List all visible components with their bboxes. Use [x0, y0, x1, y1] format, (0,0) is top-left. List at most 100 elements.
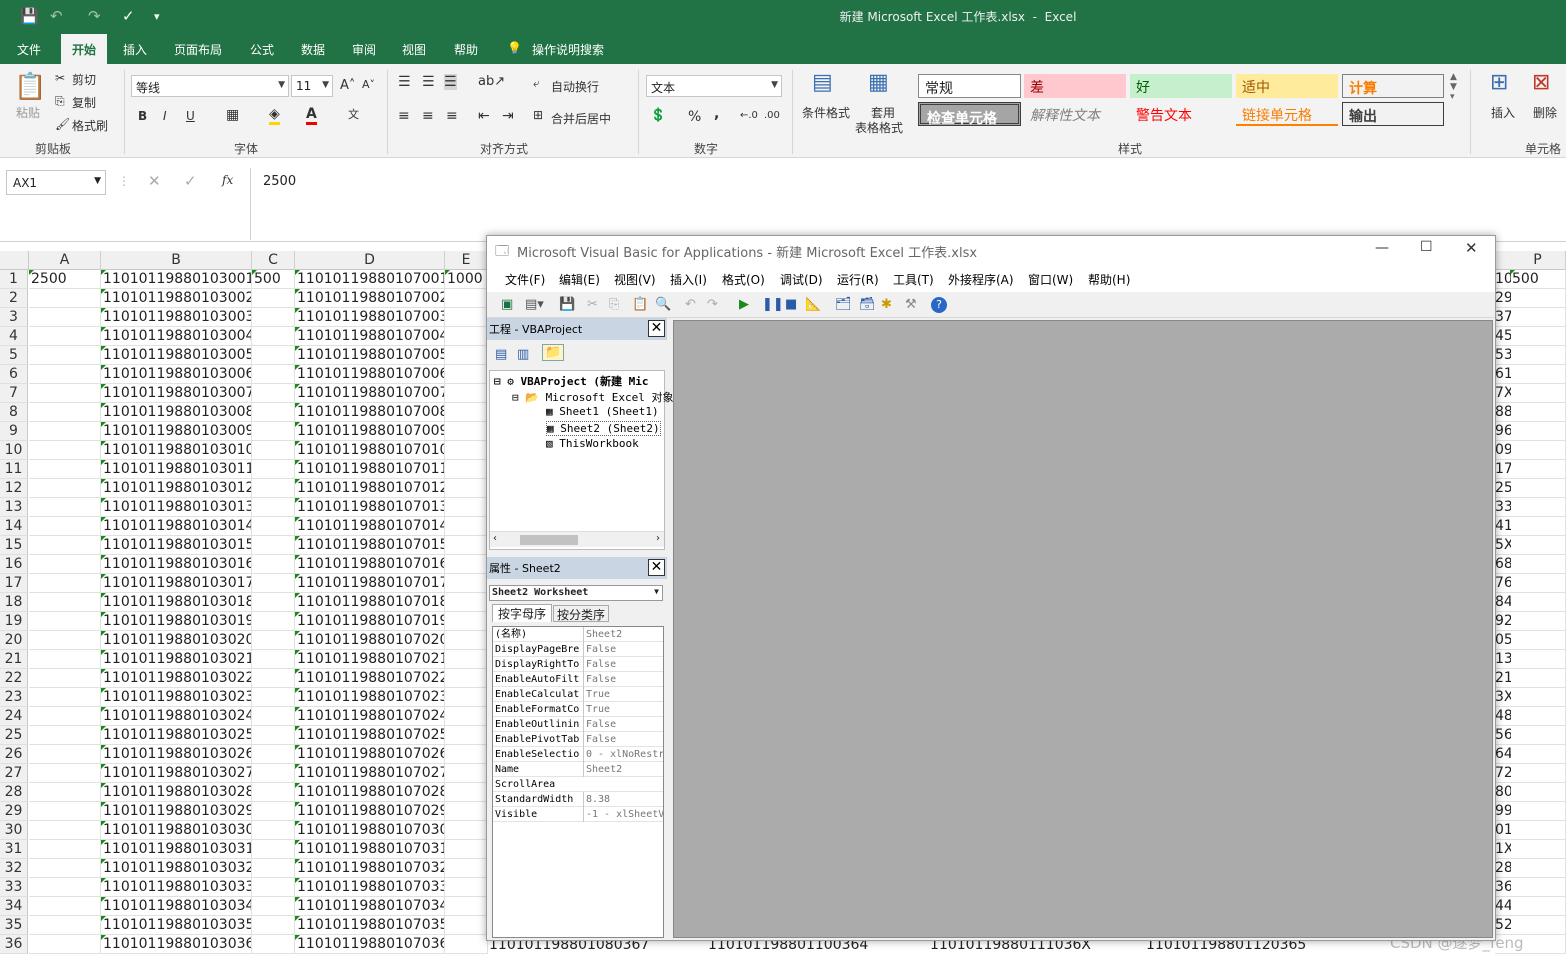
cut-button[interactable]: 剪切 [72, 71, 96, 88]
name-box[interactable]: AX1 ▼ [6, 170, 106, 195]
row-header-8[interactable]: 8 [0, 403, 28, 422]
cell-d32[interactable]: 110101198801070329 [295, 859, 445, 878]
font-size-select[interactable]: 11 ▼ [291, 75, 333, 97]
property-value[interactable]: -1 - xlSheetV [583, 807, 663, 822]
cell-b32[interactable]: 110101198801030327 [101, 859, 252, 878]
cell-a19[interactable] [29, 612, 101, 631]
row-header-13[interactable]: 13 [0, 498, 28, 517]
cell-b14[interactable]: 110101198801030140 [101, 517, 252, 536]
cell-b15[interactable]: 110101198801030159 [101, 536, 252, 555]
property-row[interactable]: DisplayPageBre False [493, 642, 663, 657]
cell-a22[interactable] [29, 669, 101, 688]
redo-icon[interactable]: ↷ [707, 297, 718, 312]
property-row[interactable]: Name Sheet2 [493, 762, 663, 777]
tree-vbaproject[interactable]: ⊟ ⚙ VBAProject (新建 Mic [494, 373, 648, 389]
cell-c3[interactable] [252, 308, 295, 327]
property-value[interactable]: False [583, 657, 663, 672]
cell-o20[interactable]: 05 [1495, 631, 1511, 650]
project-explorer-icon[interactable]: 🗂 [835, 297, 852, 312]
cell-d9[interactable]: 110101198801070097 [295, 422, 445, 441]
row-header-28[interactable]: 28 [0, 783, 28, 802]
cell-c9[interactable] [252, 422, 295, 441]
cell-o5[interactable]: 53 [1495, 346, 1511, 365]
cell-d13[interactable]: 110101198801070134 [295, 498, 445, 517]
cell-b31[interactable]: 110101198801030319 [101, 840, 252, 859]
row-header-14[interactable]: 14 [0, 517, 28, 536]
row-header-30[interactable]: 30 [0, 821, 28, 840]
view-object-icon[interactable]: ▥ [517, 347, 529, 362]
cell-a27[interactable] [29, 764, 101, 783]
cell-c12[interactable] [252, 479, 295, 498]
merge-center-button[interactable]: 合并后居中 [551, 110, 611, 127]
column-header-b[interactable]: B [101, 251, 252, 270]
row-header-33[interactable]: 33 [0, 878, 28, 897]
cell-c11[interactable] [252, 460, 295, 479]
vba-menu-file[interactable]: 文件(F) [505, 271, 545, 288]
cell-p14[interactable] [1510, 517, 1566, 536]
cell-e6[interactable] [445, 365, 488, 384]
cell-e9[interactable] [445, 422, 488, 441]
align-middle-icon[interactable]: ☰ [422, 74, 435, 90]
column-header-e[interactable]: E [445, 251, 488, 270]
tab-insert[interactable]: 插入 [123, 41, 147, 58]
cell-e29[interactable] [445, 802, 488, 821]
align-center-icon[interactable]: ≡ [422, 108, 434, 124]
cell-d24[interactable]: 110101198801070249 [295, 707, 445, 726]
cell-b6[interactable]: 110101198801030060 [101, 365, 252, 384]
design-mode-icon[interactable]: 📐 [805, 297, 821, 312]
cell-c4[interactable] [252, 327, 295, 346]
cell-d34[interactable]: 110101198801070345 [295, 897, 445, 916]
close-icon[interactable]: ✕ [648, 559, 665, 576]
cell-a17[interactable] [29, 574, 101, 593]
cell-e14[interactable] [445, 517, 488, 536]
cell-b35[interactable]: 110101198801030351 [101, 916, 252, 935]
cell-a10[interactable] [29, 441, 101, 460]
vba-menu-edit[interactable]: 编辑(E) [559, 271, 600, 288]
cell-b16[interactable]: 110101198801030167 [101, 555, 252, 574]
cell-a4[interactable] [29, 327, 101, 346]
cell-c20[interactable] [252, 631, 295, 650]
cell-a29[interactable] [29, 802, 101, 821]
cell-o31[interactable]: 1X [1495, 840, 1511, 859]
property-row[interactable]: EnableSelectio 0 - xlNoRestr [493, 747, 663, 762]
cell-p23[interactable] [1510, 688, 1566, 707]
row-header-25[interactable]: 25 [0, 726, 28, 745]
cell-b19[interactable]: 110101198801030191 [101, 612, 252, 631]
cell-c26[interactable] [252, 745, 295, 764]
cell-a32[interactable] [29, 859, 101, 878]
cell-a6[interactable] [29, 365, 101, 384]
cell-a20[interactable] [29, 631, 101, 650]
cell-o16[interactable]: 68 [1495, 555, 1511, 574]
style-output[interactable]: 输出 [1342, 102, 1444, 126]
cell-c23[interactable] [252, 688, 295, 707]
cell-o15[interactable]: 5X [1495, 536, 1511, 555]
tree-sheet1[interactable]: ▦ Sheet1 (Sheet1) [546, 405, 659, 418]
cell-b9[interactable]: 110101198801030095 [101, 422, 252, 441]
cell-p19[interactable] [1510, 612, 1566, 631]
cell-e16[interactable] [445, 555, 488, 574]
properties-icon[interactable]: 🗃 [859, 297, 876, 312]
tab-page-layout[interactable]: 页面布局 [174, 41, 222, 58]
paste-icon[interactable]: 📋 [632, 297, 648, 312]
row-header-18[interactable]: 18 [0, 593, 28, 612]
tab-data[interactable]: 数据 [301, 41, 325, 58]
cell-o29[interactable]: 99 [1495, 802, 1511, 821]
project-hscrollbar[interactable]: ‹ › [490, 531, 664, 547]
cell-b20[interactable]: 110101198801030204 [101, 631, 252, 650]
row-header-7[interactable]: 7 [0, 384, 28, 403]
row-header-9[interactable]: 9 [0, 422, 28, 441]
cell-p6[interactable] [1510, 365, 1566, 384]
cell-o19[interactable]: 92 [1495, 612, 1511, 631]
cell-d35[interactable]: 110101198801070353 [295, 916, 445, 935]
cell-e27[interactable] [445, 764, 488, 783]
cell-d17[interactable]: 110101198801070177 [295, 574, 445, 593]
cell-o23[interactable]: 3X [1495, 688, 1511, 707]
cell-e31[interactable] [445, 840, 488, 859]
row-header-22[interactable]: 22 [0, 669, 28, 688]
comma-button[interactable]: , [714, 106, 719, 122]
cell-p21[interactable] [1510, 650, 1566, 669]
cell-b25[interactable]: 110101198801030255 [101, 726, 252, 745]
cell-d22[interactable]: 110101198801070222 [295, 669, 445, 688]
view-excel-icon[interactable]: ▣ [501, 297, 513, 312]
cell-b36[interactable]: 11010119880103036X [101, 935, 252, 954]
